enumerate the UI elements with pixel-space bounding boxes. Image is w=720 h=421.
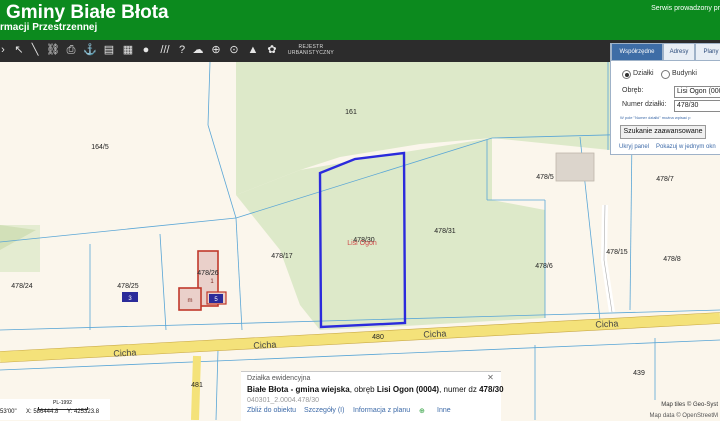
- app-title: Gminy Białe Błota: [6, 2, 169, 23]
- coord-partial: 53'00": [0, 409, 17, 415]
- layers-icon[interactable]: ▤: [102, 43, 116, 58]
- street-label: Cicha: [595, 318, 619, 329]
- parcel-label: 478/31: [434, 228, 456, 235]
- map-data-attribution[interactable]: Map data © OpenStreetM: [650, 413, 718, 419]
- table-icon[interactable]: ▦: [121, 43, 135, 58]
- parcel-label: 478/25: [117, 283, 139, 290]
- parcel-label: 478/24: [11, 283, 33, 290]
- zoom-to-object-link[interactable]: Zbliż do obiektu: [247, 407, 296, 414]
- numer-dzialki-input[interactable]: 478/30: [674, 100, 720, 112]
- registry-button[interactable]: REJESTR URBANISTYCZNY: [286, 44, 336, 56]
- tab-plany[interactable]: Plany: [695, 44, 720, 61]
- help-icon[interactable]: ?: [175, 43, 189, 58]
- popup-obreb: Lisi Ogon (0004): [376, 385, 440, 394]
- print-icon[interactable]: ⎙: [64, 43, 78, 58]
- triangle-icon[interactable]: ▲: [246, 43, 260, 58]
- anchor-icon[interactable]: ⚓: [83, 43, 97, 58]
- pan-icon[interactable]: ›: [0, 43, 10, 58]
- parcel-label: 161: [345, 109, 357, 116]
- app-header: Gminy Białe Błota rmacji Przestrzennej S…: [0, 0, 720, 40]
- parcel-label: 478/6: [535, 263, 553, 270]
- plus-icon[interactable]: ⊕: [419, 407, 425, 415]
- radio-dzialki[interactable]: [622, 70, 631, 79]
- app-subtitle: rmacji Przestrzennej: [0, 22, 98, 33]
- measure-line-icon[interactable]: ↖: [12, 43, 26, 58]
- street-label: Cicha: [113, 347, 137, 358]
- search-panel: Współrzędne Adresy Plany Działki Budynki…: [610, 43, 720, 155]
- tab-wspolrzedne[interactable]: Współrzędne: [611, 44, 663, 61]
- parcel-label: 481: [191, 382, 203, 389]
- magnify-icon[interactable]: ⊙: [227, 43, 241, 58]
- building-number: m: [188, 298, 193, 304]
- coord-x: X: 586444.8: [26, 409, 59, 415]
- parcel-label: 164/5: [91, 144, 109, 151]
- search-zoom-icon[interactable]: ⊕: [209, 43, 223, 58]
- service-note[interactable]: Serwis prowadzony pr: [651, 5, 720, 12]
- obreb-label: Obręb:: [622, 87, 644, 94]
- popup-parcel-code: 040301_2.0004.478/30: [247, 397, 320, 404]
- parcel-label: 439: [633, 370, 645, 377]
- close-icon[interactable]: ✕: [486, 373, 495, 382]
- parcel-label: 478/17: [271, 253, 293, 260]
- comment-icon[interactable]: ●: [139, 43, 153, 58]
- popup-description: Białe Błota - gmina wiejska, obręb Lisi …: [247, 385, 504, 394]
- cloud-icon[interactable]: ☁: [191, 43, 205, 58]
- details-link[interactable]: Szczegóły (I): [304, 407, 344, 414]
- popup-heading: Działka ewidencyjna: [247, 375, 311, 382]
- popup-obreb-prefix: , obręb: [349, 385, 377, 394]
- radio-budynki[interactable]: [661, 70, 670, 79]
- radio-budynki-label: Budynki: [672, 70, 697, 77]
- hide-panel-link[interactable]: Ukryj panel: [619, 144, 649, 150]
- draw-line-icon[interactable]: ╲: [28, 43, 42, 58]
- search-hint: W pole "Numer działki" można wpisać p: [620, 115, 691, 120]
- parcel-label: 478/7: [656, 176, 674, 183]
- parcel-label: 478/5: [536, 174, 554, 181]
- parcel-label: 478/15: [606, 249, 628, 256]
- parcel-label: 478/8: [663, 256, 681, 263]
- street-label: Cicha: [423, 328, 447, 339]
- parcel-label: 478/26: [197, 270, 219, 277]
- parcel-label: 480: [372, 334, 384, 341]
- coord-y: Y: 425323.8: [67, 409, 100, 415]
- hatch-icon[interactable]: ///: [158, 43, 172, 58]
- map-tiles-attribution[interactable]: Map tiles © Geo-Syst: [661, 402, 718, 408]
- measure-area-icon[interactable]: ⛓: [46, 43, 60, 58]
- popup-numer: 478/30: [479, 385, 504, 394]
- popup-numer-prefix: , numer dz: [439, 385, 480, 394]
- plan-info-link[interactable]: Informacja z planu: [353, 407, 410, 414]
- crs-label: PL-1992: [53, 400, 72, 406]
- place-label: Lisi Ogon: [347, 240, 377, 247]
- radio-dzialki-label: Działki: [633, 70, 654, 77]
- coordinate-readout: PL-1992 53'00" X: 586444.8 Y: 425323.8: [0, 399, 110, 420]
- obreb-select[interactable]: Lisi Ogon (000: [674, 86, 720, 98]
- numer-label: Numer działki:: [622, 101, 667, 108]
- parcel-info-popup: ✕ Działka ewidencyjna Białe Błota - gmin…: [241, 371, 504, 421]
- single-window-link[interactable]: Pokazuj w jednym okn: [656, 144, 716, 150]
- popup-gmina: Białe Błota - gmina wiejska: [247, 385, 350, 394]
- tab-adresy[interactable]: Adresy: [663, 44, 695, 61]
- other-link[interactable]: Inne: [437, 407, 451, 414]
- building: [555, 152, 595, 182]
- street-label: Cicha: [253, 339, 277, 350]
- advanced-search-button[interactable]: Szukanie zaawansowane: [620, 125, 706, 139]
- tools-icon[interactable]: ✿: [265, 43, 279, 58]
